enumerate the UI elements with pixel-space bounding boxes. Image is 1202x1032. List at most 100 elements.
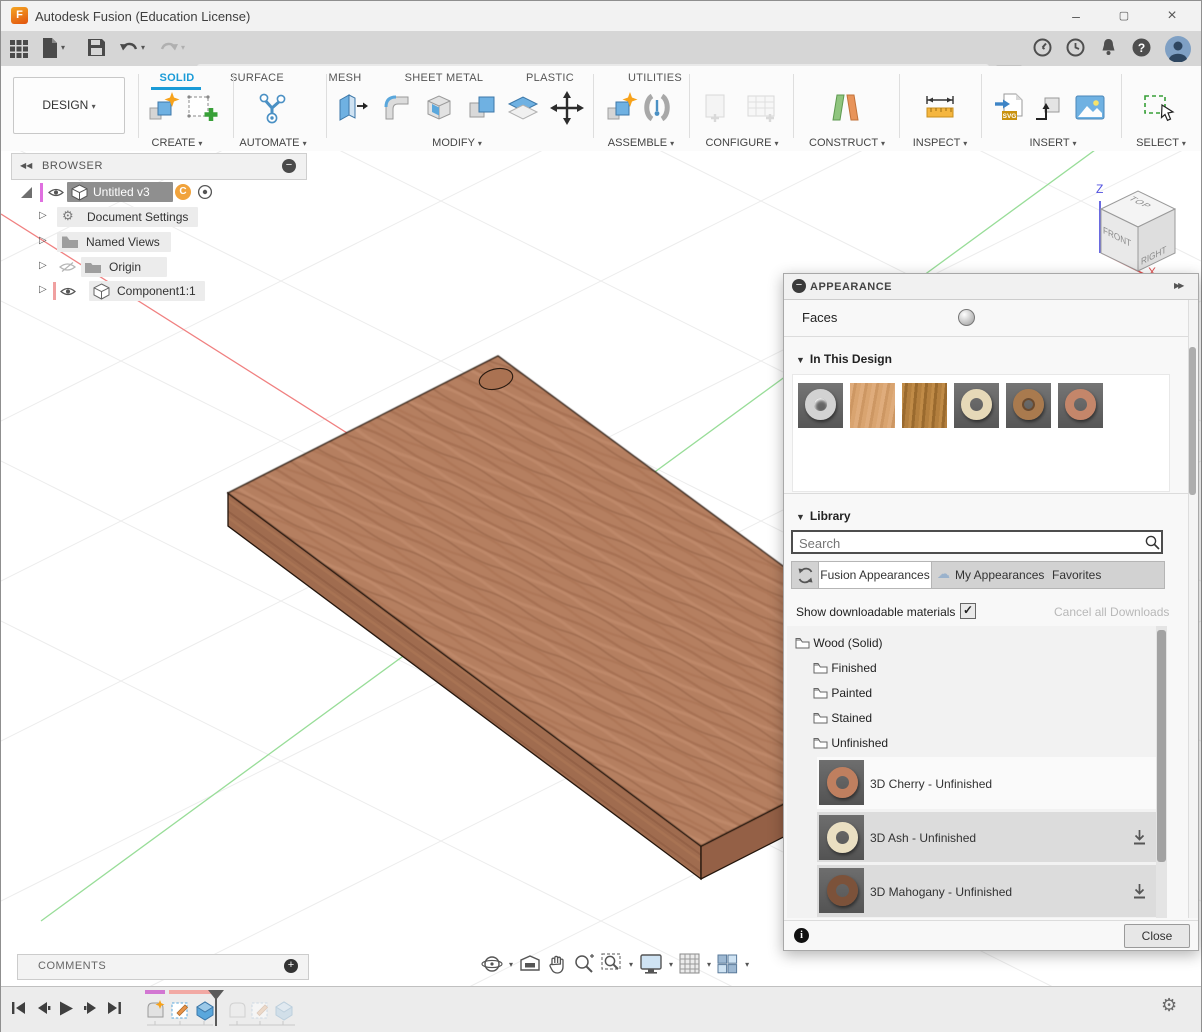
group-inspect[interactable]: INSPECT ▾	[913, 137, 968, 149]
configuration-icon[interactable]	[699, 91, 733, 125]
combine-icon[interactable]	[466, 91, 500, 125]
refresh-icon[interactable]	[797, 567, 814, 584]
orbit-icon[interactable]	[481, 953, 503, 975]
group-assemble[interactable]: ASSEMBLE ▾	[608, 137, 674, 149]
file-menu-caret[interactable]: ▾	[61, 43, 65, 52]
material-row-cherry[interactable]: 3D Cherry - Unfinished	[817, 757, 1159, 809]
tab-mesh[interactable]: MESH	[329, 72, 362, 84]
app-grid-icon[interactable]	[9, 39, 29, 59]
step-back-icon[interactable]	[35, 1001, 51, 1015]
canvas-image-icon[interactable]	[1073, 91, 1107, 125]
history-clock-icon[interactable]	[1066, 38, 1085, 57]
tree-item-unfinished[interactable]: Unfinished	[813, 736, 888, 750]
add-comment-icon[interactable]: +	[284, 959, 298, 973]
minimize-button[interactable]: –	[1061, 4, 1091, 28]
browser-root-row[interactable]: Untitled v3 C	[1, 182, 301, 203]
dialog-scrollbar-thumb[interactable]	[1189, 347, 1196, 495]
tab-my-appearances[interactable]: ☁My Appearances	[931, 562, 1049, 588]
swatch-chrome-torus[interactable]	[798, 383, 843, 428]
visibility-eye-icon[interactable]	[60, 286, 76, 297]
tab-fusion-appearances[interactable]: Fusion Appearances	[818, 562, 932, 588]
dialog-dock-icon[interactable]: ▶▶	[1174, 281, 1182, 290]
automate-icon[interactable]	[255, 91, 289, 125]
measure-icon[interactable]	[923, 91, 957, 125]
swatch-maple-cube[interactable]	[850, 383, 895, 428]
group-create[interactable]: CREATE ▾	[152, 137, 203, 149]
viewports-icon[interactable]	[717, 953, 739, 975]
file-menu-icon[interactable]	[41, 37, 59, 59]
look-at-icon[interactable]	[519, 954, 541, 974]
maximize-button[interactable]: ▢	[1109, 4, 1139, 28]
activate-component-icon[interactable]	[197, 184, 213, 200]
play-icon[interactable]	[58, 1001, 74, 1016]
expand-arrow-icon[interactable]: ▷	[39, 235, 47, 246]
tab-utilities[interactable]: UTILITIES	[628, 72, 682, 84]
visibility-off-icon[interactable]	[59, 261, 76, 273]
zoom-icon[interactable]	[573, 953, 595, 975]
download-icon[interactable]	[1132, 883, 1147, 900]
swatch-ash-torus[interactable]	[954, 383, 999, 428]
tree-item-finished[interactable]: Finished	[813, 661, 877, 675]
browser-item-origin[interactable]: ▷ Origin	[1, 257, 301, 277]
timeline-component-icon[interactable]	[144, 999, 166, 1021]
browser-header[interactable]: ◀◀ BROWSER −	[11, 153, 307, 180]
redo-caret[interactable]: ▾	[181, 43, 185, 52]
close-button[interactable]: ×	[1157, 4, 1187, 28]
move-icon[interactable]	[550, 91, 584, 125]
zoom-window-caret[interactable]: ▾	[629, 960, 633, 969]
group-select[interactable]: SELECT ▾	[1136, 137, 1186, 149]
education-badge[interactable]: C	[175, 184, 191, 200]
material-row-ash[interactable]: 3D Ash - Unfinished	[817, 812, 1159, 862]
tree-item-painted[interactable]: Painted	[813, 686, 872, 700]
pan-hand-icon[interactable]	[547, 954, 567, 974]
expand-arrow-icon[interactable]: ▷	[39, 260, 47, 271]
insert-svg-icon[interactable]: SVG	[993, 91, 1027, 125]
timeline-fillet-icon-suppressed[interactable]	[226, 999, 248, 1021]
search-icon[interactable]	[1145, 535, 1160, 550]
fillet-icon[interactable]	[380, 91, 414, 125]
redo-icon[interactable]	[159, 40, 179, 56]
tab-sheet-metal[interactable]: SHEET METAL	[405, 72, 484, 84]
user-avatar[interactable]	[1165, 36, 1191, 62]
undo-icon[interactable]	[119, 40, 139, 56]
help-icon[interactable]: ?	[1132, 38, 1151, 57]
group-automate[interactable]: AUTOMATE ▾	[239, 137, 306, 149]
view-cube[interactable]: Z X TOP FRONT RIGHT	[1076, 163, 1201, 278]
save-icon[interactable]	[87, 38, 106, 57]
grid-snap-icon[interactable]	[679, 953, 701, 975]
list-scrollbar-thumb[interactable]	[1157, 630, 1166, 862]
new-component-icon[interactable]	[605, 91, 639, 125]
info-icon[interactable]: i	[794, 928, 809, 943]
workspace-selector[interactable]: DESIGN ▾	[13, 77, 125, 134]
comments-bar[interactable]: COMMENTS +	[17, 954, 309, 980]
group-modify[interactable]: MODIFY ▾	[432, 137, 482, 149]
browser-item-named-views[interactable]: ▷ Named Views	[1, 232, 301, 252]
derive-icon[interactable]	[1031, 91, 1065, 125]
zoom-window-icon[interactable]	[601, 953, 623, 975]
close-dialog-button[interactable]: Close	[1124, 924, 1190, 948]
material-row-mahogany[interactable]: 3D Mahogany - Unfinished	[817, 865, 1159, 917]
undo-caret[interactable]: ▾	[141, 43, 145, 52]
timeline-sketch-icon-suppressed[interactable]	[249, 999, 271, 1021]
new-body-icon[interactable]	[147, 91, 181, 125]
section-collapse-icon[interactable]: ▼	[796, 355, 805, 365]
browser-collapse-icon[interactable]: ◀◀	[20, 161, 32, 170]
show-downloadable-checkbox[interactable]: ✓	[960, 603, 976, 619]
root-document-name[interactable]: Untitled v3	[93, 185, 150, 199]
tab-surface[interactable]: SURFACE	[230, 72, 284, 84]
display-settings-caret[interactable]: ▾	[669, 960, 673, 969]
notifications-bell-icon[interactable]	[1100, 38, 1117, 57]
dialog-collapse-icon[interactable]: −	[792, 279, 806, 293]
timeline-settings-gear-icon[interactable]: ⚙	[1161, 995, 1177, 1016]
configuration-table-icon[interactable]	[745, 91, 779, 125]
expand-arrow-icon[interactable]: ▷	[39, 210, 47, 221]
swatch-oak-cube[interactable]	[902, 383, 947, 428]
construct-plane-icon[interactable]	[828, 91, 862, 125]
go-to-start-icon[interactable]	[11, 1001, 27, 1015]
viewports-caret[interactable]: ▾	[745, 960, 749, 969]
section-collapse-icon[interactable]: ▼	[796, 512, 805, 522]
browser-item-document-settings[interactable]: ▷ ⚙ Document Settings	[1, 207, 301, 227]
group-insert[interactable]: INSERT ▾	[1029, 137, 1076, 149]
create-sketch-icon[interactable]	[185, 91, 219, 125]
download-icon[interactable]	[1132, 829, 1147, 846]
